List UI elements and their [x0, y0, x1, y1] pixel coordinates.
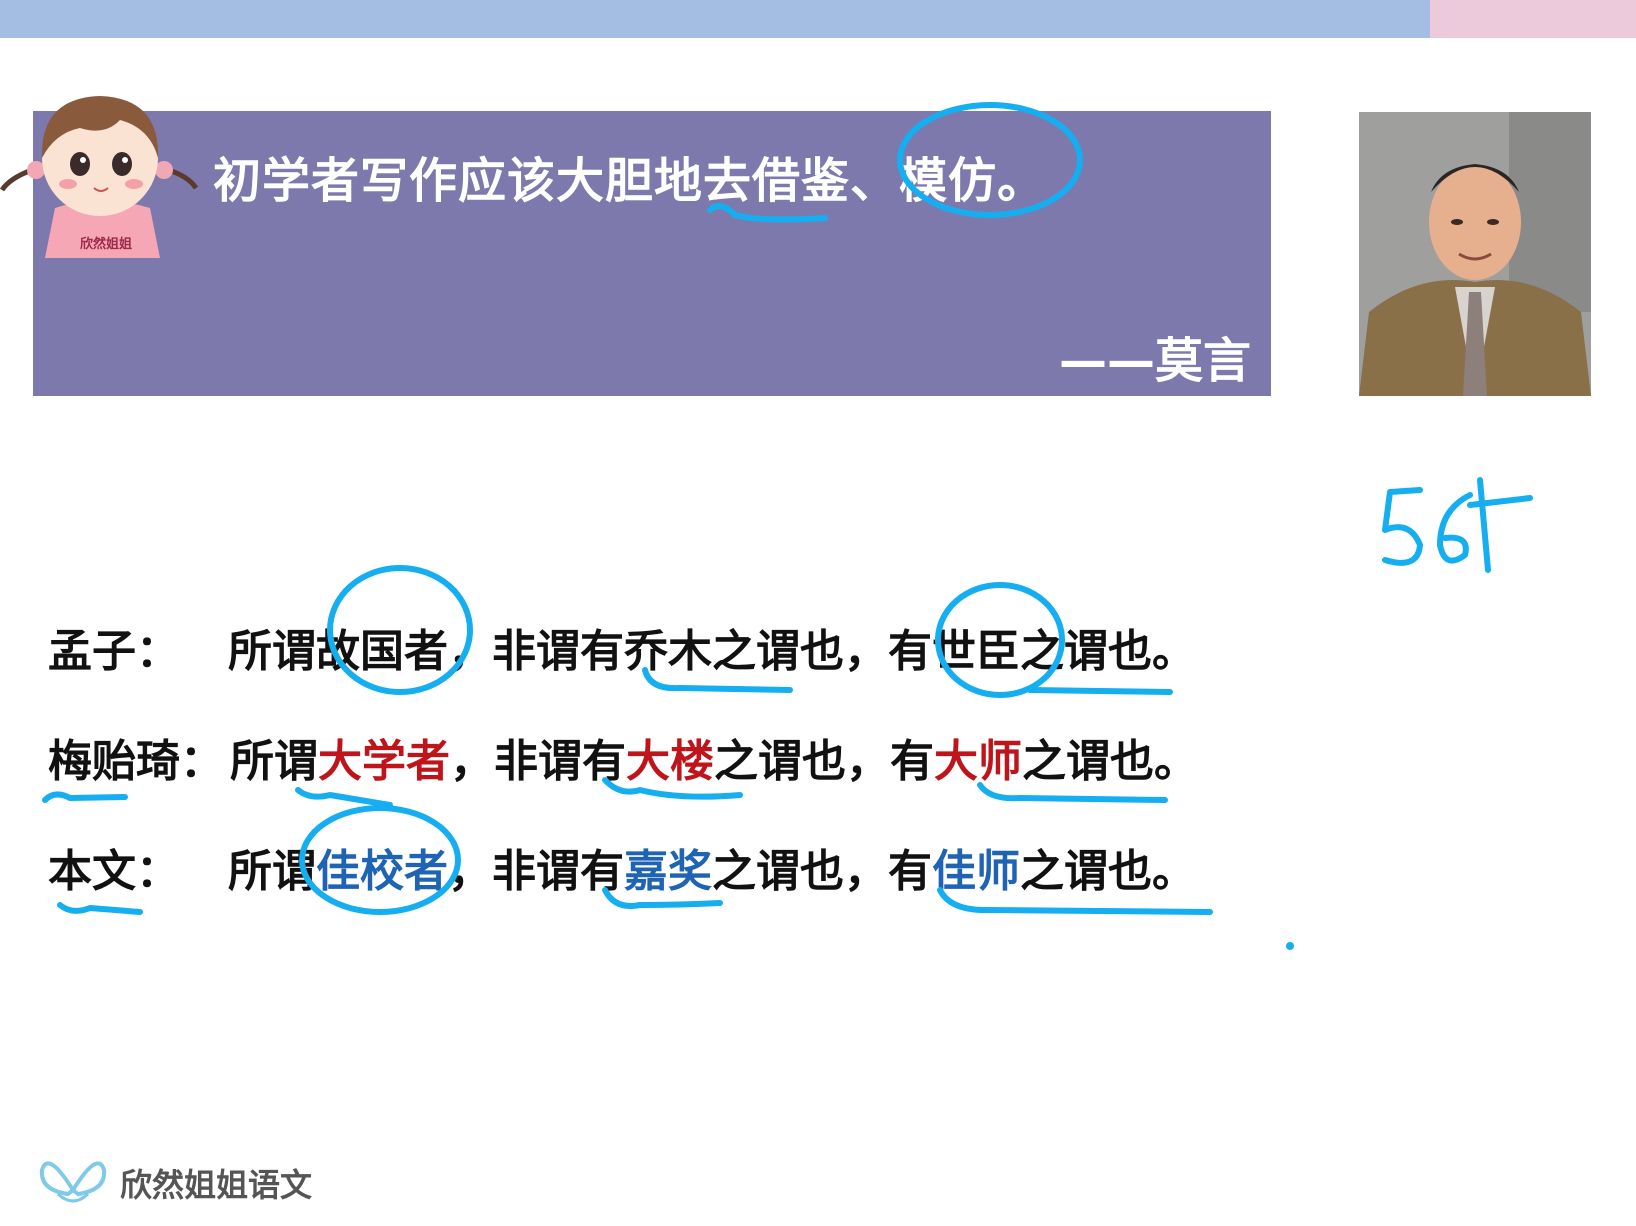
line-text-segment: 所谓 [230, 736, 318, 787]
line-text-segment: 之谓也。 [1020, 626, 1196, 677]
brand-logo: 欣然姐姐语文 [38, 1150, 368, 1210]
line-text-segment: ，非谓有 [448, 846, 624, 897]
speaker-label: 本文： [48, 846, 180, 897]
line-this-text: 本文： 所谓佳校者，非谓有嘉奖之谓也，有佳师之谓也。 [48, 835, 1198, 945]
cartoon-girl-illustration: 欣然姐姐 [0, 96, 199, 258]
comparison-lines: 孟子： 所谓故国者，非谓有乔木之谓也，有世臣之谓也。 梅贻琦： 所谓大学者，非谓有大… [48, 615, 1198, 945]
highlight-term: 大楼 [626, 736, 714, 787]
annotation-dot [1286, 942, 1294, 950]
annotation-note-5 [1382, 487, 1423, 566]
quote-author: ——莫言 [1058, 333, 1251, 389]
line-text-segment: 之谓也。 [1020, 846, 1196, 897]
highlight-term: 佳校者 [316, 846, 448, 897]
top-bar-accent [1430, 0, 1636, 38]
line-text-segment: 所谓 [228, 626, 316, 677]
line-text-segment: 之谓也，有 [712, 626, 932, 677]
line-mei-yiqi: 梅贻琦： 所谓大学者，非谓有大楼之谓也，有大师之谓也。 [48, 725, 1198, 835]
line-text-segment: 故国者 [316, 626, 448, 677]
butterfly-icon [39, 1161, 107, 1203]
line-text-segment: 世臣 [932, 626, 1020, 677]
top-bar [0, 0, 1430, 38]
quote-text: 初学者写作应该大胆地去借鉴、模仿。 [213, 153, 1047, 209]
quote-banner: 初学者写作应该大胆地去借鉴、模仿。 ——莫言 [33, 111, 1271, 396]
line-text-segment: ，非谓有 [448, 626, 624, 677]
line-text-segment: 之谓也。 [1022, 736, 1198, 787]
girl-shirt-label: 欣然姐姐 [80, 236, 132, 252]
line-text-segment: 乔木 [624, 626, 712, 677]
highlight-term: 佳师 [932, 846, 1020, 897]
logo-text: 欣然姐姐语文 [120, 1166, 313, 1204]
highlight-term: 嘉奖 [624, 846, 712, 897]
annotation-note-6 [1437, 492, 1473, 564]
line-text-segment: 之谓也，有 [714, 736, 934, 787]
annotation-note-t [1467, 477, 1533, 573]
speaker-label: 孟子： [48, 626, 180, 677]
speaker-label: 梅贻琦： [48, 736, 224, 787]
author-portrait-photo [1359, 112, 1591, 396]
line-text-segment: ，非谓有 [450, 736, 626, 787]
line-mencius: 孟子： 所谓故国者，非谓有乔木之谓也，有世臣之谓也。 [48, 615, 1198, 725]
line-text-segment: 之谓也，有 [712, 846, 932, 897]
highlight-term: 大学者 [318, 736, 450, 787]
line-text-segment: 所谓 [228, 846, 316, 897]
highlight-term: 大师 [934, 736, 1022, 787]
